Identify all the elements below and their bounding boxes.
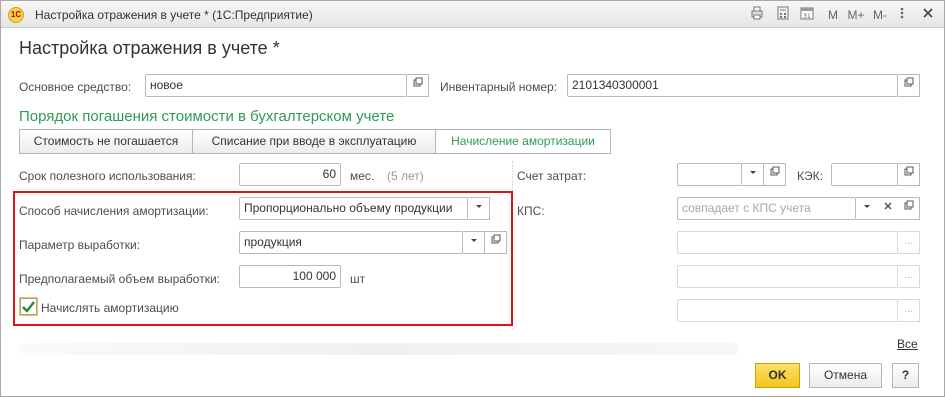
more-icon[interactable] bbox=[895, 6, 909, 24]
volume-unit: шт bbox=[350, 272, 366, 286]
extra-field-2 bbox=[677, 265, 898, 288]
cost-account-dropdown-icon[interactable] bbox=[742, 163, 764, 186]
print-icon[interactable] bbox=[748, 6, 766, 24]
kps-clear-icon[interactable] bbox=[877, 197, 899, 220]
param-open-icon[interactable] bbox=[485, 231, 507, 254]
mode-depreciation-button[interactable]: Начисление амортизации bbox=[435, 129, 611, 154]
useful-life-field[interactable]: 60 bbox=[239, 163, 341, 186]
extra-field-3 bbox=[677, 299, 898, 322]
useful-life-years: (5 лет) bbox=[387, 169, 424, 183]
memory-m-button[interactable]: M bbox=[826, 6, 840, 24]
form-title: Настройка отражения в учете * bbox=[19, 38, 280, 58]
asset-label: Основное средство: bbox=[19, 80, 132, 94]
accrue-checkbox[interactable] bbox=[19, 297, 38, 316]
kps-label: КПС: bbox=[517, 204, 545, 218]
kek-label: КЭК: bbox=[797, 169, 823, 183]
svg-text:31: 31 bbox=[803, 13, 811, 20]
ok-button[interactable]: OK bbox=[755, 363, 800, 388]
memory-minus-button[interactable]: M- bbox=[870, 6, 890, 24]
useful-life-unit: мес. bbox=[350, 169, 375, 183]
help-button[interactable]: ? bbox=[892, 363, 919, 388]
extra-field-2-select-icon: ... bbox=[898, 265, 920, 288]
calculator-icon[interactable] bbox=[774, 6, 792, 24]
app-logo-icon: 1С bbox=[8, 7, 24, 23]
method-select[interactable]: Пропорционально объему продукции bbox=[239, 197, 468, 220]
mode-write-off-button[interactable]: Списание при вводе в эксплуатацию bbox=[192, 129, 436, 154]
memory-plus-button[interactable]: M+ bbox=[846, 6, 866, 24]
title-bar: 1С Настройка отражения в учете * (1С:Пре… bbox=[1, 1, 944, 28]
window: 1С Настройка отражения в учете * (1С:Пре… bbox=[0, 0, 945, 397]
kek-field[interactable] bbox=[831, 163, 898, 186]
kek-open-icon[interactable] bbox=[898, 163, 920, 186]
hint-strip bbox=[19, 343, 739, 355]
cancel-button[interactable]: Отмена bbox=[809, 363, 882, 388]
kps-field[interactable]: совпадает с КПС учета bbox=[677, 197, 856, 220]
window-title: Настройка отражения в учете * (1С:Предпр… bbox=[35, 8, 313, 22]
param-dropdown-icon[interactable] bbox=[463, 231, 485, 254]
section-title: Порядок погашения стоимости в бухгалтерс… bbox=[19, 108, 395, 125]
extra-field-1 bbox=[677, 231, 898, 254]
inventory-open-icon[interactable] bbox=[898, 74, 920, 97]
cost-account-field[interactable] bbox=[677, 163, 742, 186]
cost-account-open-icon[interactable] bbox=[764, 163, 786, 186]
param-field[interactable]: продукция bbox=[239, 231, 463, 254]
asset-open-icon[interactable] bbox=[407, 74, 429, 97]
accrue-label: Начислять амортизацию bbox=[41, 301, 179, 315]
kps-dropdown-icon[interactable] bbox=[856, 197, 878, 220]
mode-no-depreciation-button[interactable]: Стоимость не погашается bbox=[19, 129, 193, 154]
calendar-icon[interactable]: 31 bbox=[798, 6, 816, 24]
param-label: Параметр выработки: bbox=[19, 238, 141, 252]
cost-account-label: Счет затрат: bbox=[517, 169, 587, 183]
inventory-number-field[interactable]: 2101340300001 bbox=[567, 74, 898, 97]
extra-field-3-select-icon: ... bbox=[898, 299, 920, 322]
checkmark-icon bbox=[22, 301, 35, 313]
volume-label: Предполагаемый объем выработки: bbox=[19, 272, 220, 286]
method-dropdown-icon[interactable] bbox=[468, 197, 490, 220]
inventory-label: Инвентарный номер: bbox=[440, 80, 558, 94]
kps-open-icon[interactable] bbox=[898, 197, 920, 220]
close-icon[interactable] bbox=[919, 6, 937, 24]
all-link[interactable]: Все bbox=[897, 337, 918, 351]
useful-life-label: Срок полезного использования: bbox=[19, 169, 196, 183]
extra-field-1-select-icon: ... bbox=[898, 231, 920, 254]
asset-field[interactable]: новое bbox=[145, 74, 407, 97]
method-label: Способ начисления амортизации: bbox=[19, 204, 209, 218]
volume-field[interactable]: 100 000 bbox=[239, 265, 341, 288]
